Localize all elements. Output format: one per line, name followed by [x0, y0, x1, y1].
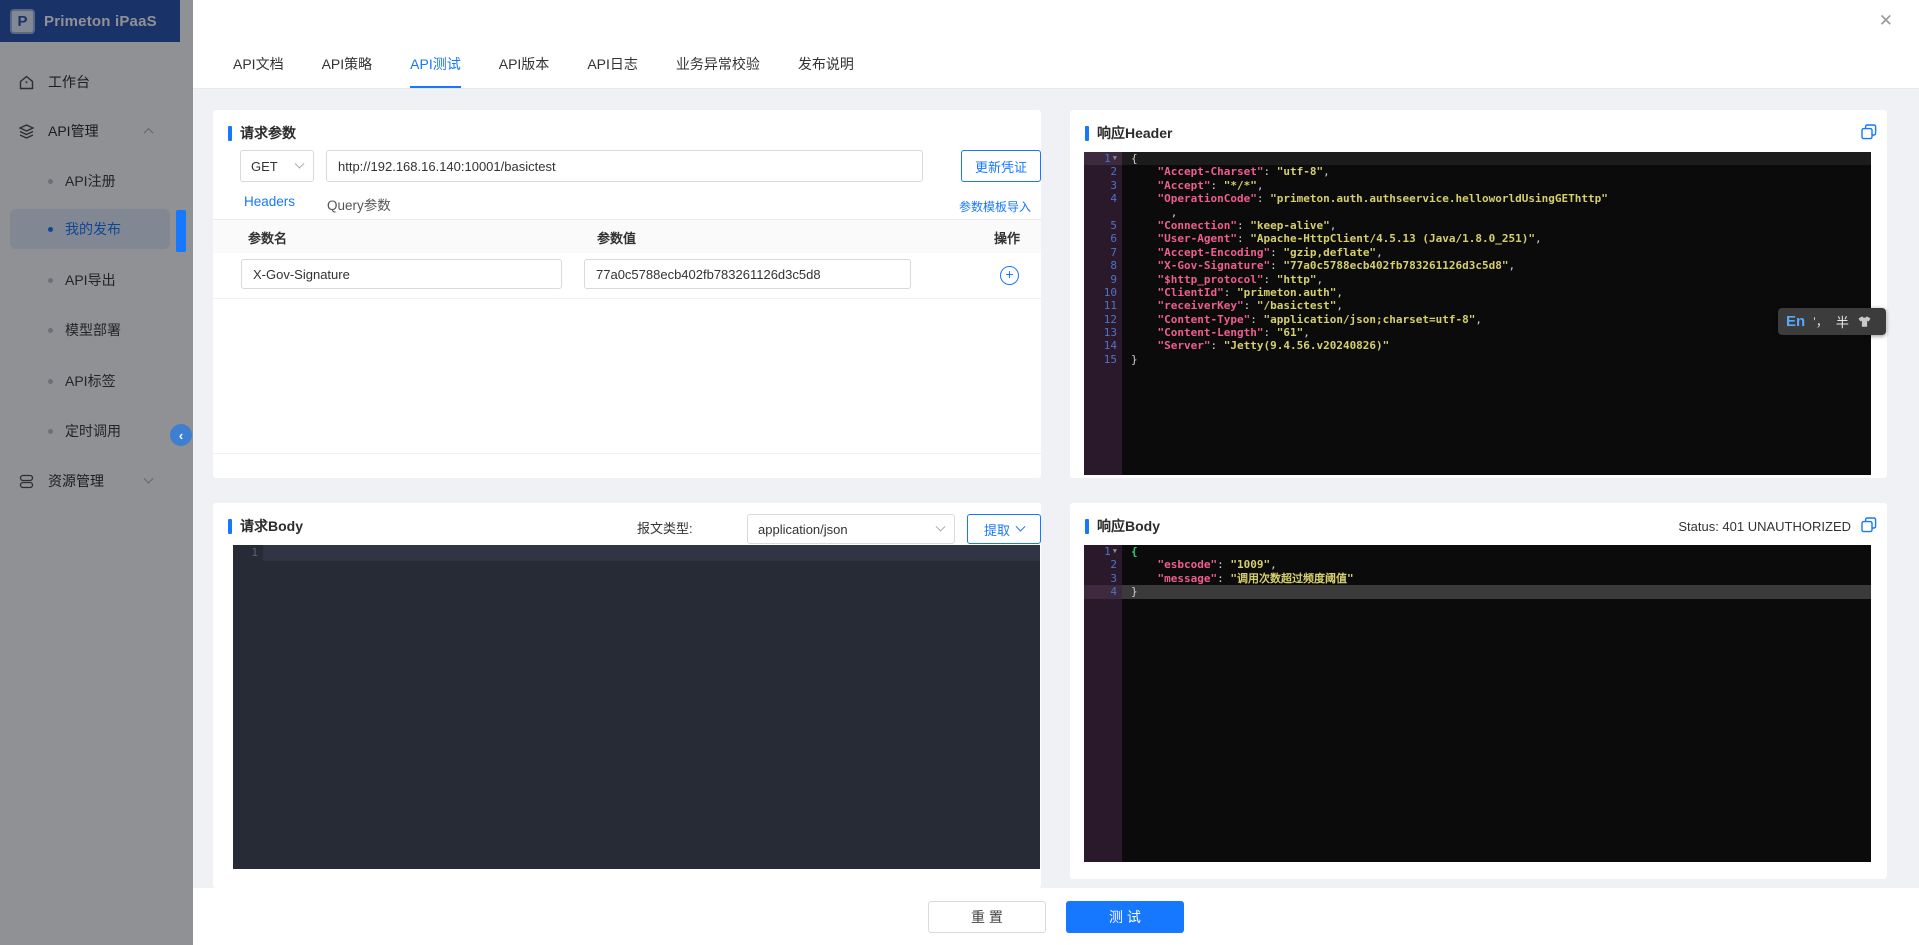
request-body-editor[interactable]: 1 [233, 545, 1040, 869]
request-body-title: 请求Body [228, 516, 303, 536]
tab-api-test[interactable]: API测试 [410, 39, 461, 88]
status-badge: Status: 401 UNAUTHORIZED [1678, 519, 1851, 534]
chevron-down-icon [1015, 521, 1026, 532]
subtab-headers[interactable]: Headers [244, 194, 296, 222]
add-param-icon[interactable]: + [1000, 266, 1019, 285]
content-type-label: 报文类型: [637, 521, 693, 536]
param-value-input[interactable] [584, 259, 911, 289]
ime-skin-icon[interactable] [1857, 315, 1872, 328]
params-table-header: 参数名 参数值 操作 [213, 220, 1041, 253]
request-params-card: 请求参数 GET 更新凭证 Headers Query参数 参数模板导入 参数名… [213, 110, 1041, 478]
param-name-input[interactable] [241, 259, 562, 289]
response-body-editor[interactable]: 1 ▼{2 "esbcode": "1009", 3 "message": "调用次… [1084, 545, 1871, 862]
col-actions: 操作 [993, 231, 1020, 246]
ime-status-bar[interactable]: En ’， 半 [1778, 308, 1886, 335]
ime-halfwidth-toggle[interactable]: 半 [1836, 312, 1849, 331]
param-template-import-link[interactable]: 参数模板导入 [959, 198, 1031, 215]
response-body-title: 响应Body [1085, 516, 1160, 536]
tab-api-version[interactable]: API版本 [499, 39, 550, 88]
sidebar-collapse-button[interactable]: ‹ [170, 424, 192, 446]
tab-biz-exception-check[interactable]: 业务异常校验 [676, 39, 760, 88]
request-body-card: 请求Body 报文类型: application/json 提取 1 [213, 503, 1041, 888]
ime-language-toggle[interactable]: En [1786, 313, 1805, 330]
tab-api-doc[interactable]: API文档 [233, 39, 284, 88]
drawer-content: 请求参数 GET 更新凭证 Headers Query参数 参数模板导入 参数名… [193, 89, 1919, 888]
tab-api-policy[interactable]: API策略 [322, 39, 373, 88]
title-bar-icon [228, 125, 232, 141]
response-body-card: 响应Body Status: 401 UNAUTHORIZED 1 ▼{2 "es… [1070, 503, 1887, 879]
reset-button[interactable]: 重 置 [928, 900, 1046, 933]
url-input[interactable] [326, 150, 923, 182]
drawer-tabbar: API文档 API策略 API测试 API版本 API日志 业务异常校验 发布说… [233, 39, 854, 88]
test-button[interactable]: 测 试 [1066, 900, 1184, 933]
method-select[interactable]: GET [240, 150, 314, 182]
subtab-query[interactable]: Query参数 [327, 194, 391, 222]
content-type-select[interactable]: application/json [747, 514, 955, 544]
title-bar-icon [1085, 125, 1089, 141]
tab-release-notes[interactable]: 发布说明 [798, 39, 854, 88]
tab-api-log[interactable]: API日志 [587, 39, 638, 88]
update-credential-button[interactable]: 更新凭证 [961, 150, 1041, 182]
card-divider [213, 453, 1041, 454]
copy-icon[interactable] [1861, 124, 1877, 140]
response-header-card: 响应Header 1 ▼{2 "Accept-Charset": "utf-8",… [1070, 110, 1887, 478]
chevron-down-icon [935, 521, 946, 532]
title-bar-icon [228, 518, 232, 534]
param-row: + [213, 253, 1041, 299]
title-bar-icon [1085, 518, 1089, 534]
response-header-title: 响应Header [1085, 123, 1172, 143]
chevron-down-icon [294, 158, 305, 169]
request-params-title: 请求参数 [228, 123, 296, 143]
ime-punctuation-toggle[interactable]: ’， [1813, 313, 1828, 330]
active-menu-indicator [176, 210, 186, 252]
copy-icon[interactable] [1861, 517, 1877, 533]
drawer-footer: 重 置 测 试 [193, 888, 1919, 945]
screen: P Primeton iPaaS 工作台 API管理 API注册 我的发布 AP… [0, 0, 1919, 945]
extract-button[interactable]: 提取 [967, 514, 1041, 544]
col-param-name: 参数名 [248, 231, 288, 246]
close-icon[interactable]: ✕ [1879, 11, 1893, 31]
params-subtabs: Headers Query参数 [244, 194, 391, 222]
api-test-drawer: ✕ API文档 API策略 API测试 API版本 API日志 业务异常校验 发… [193, 0, 1919, 945]
col-param-value: 参数值 [597, 231, 637, 246]
response-header-editor[interactable]: 1 ▼{2 "Accept-Charset": "utf-8", 3 "Accept… [1084, 152, 1871, 475]
